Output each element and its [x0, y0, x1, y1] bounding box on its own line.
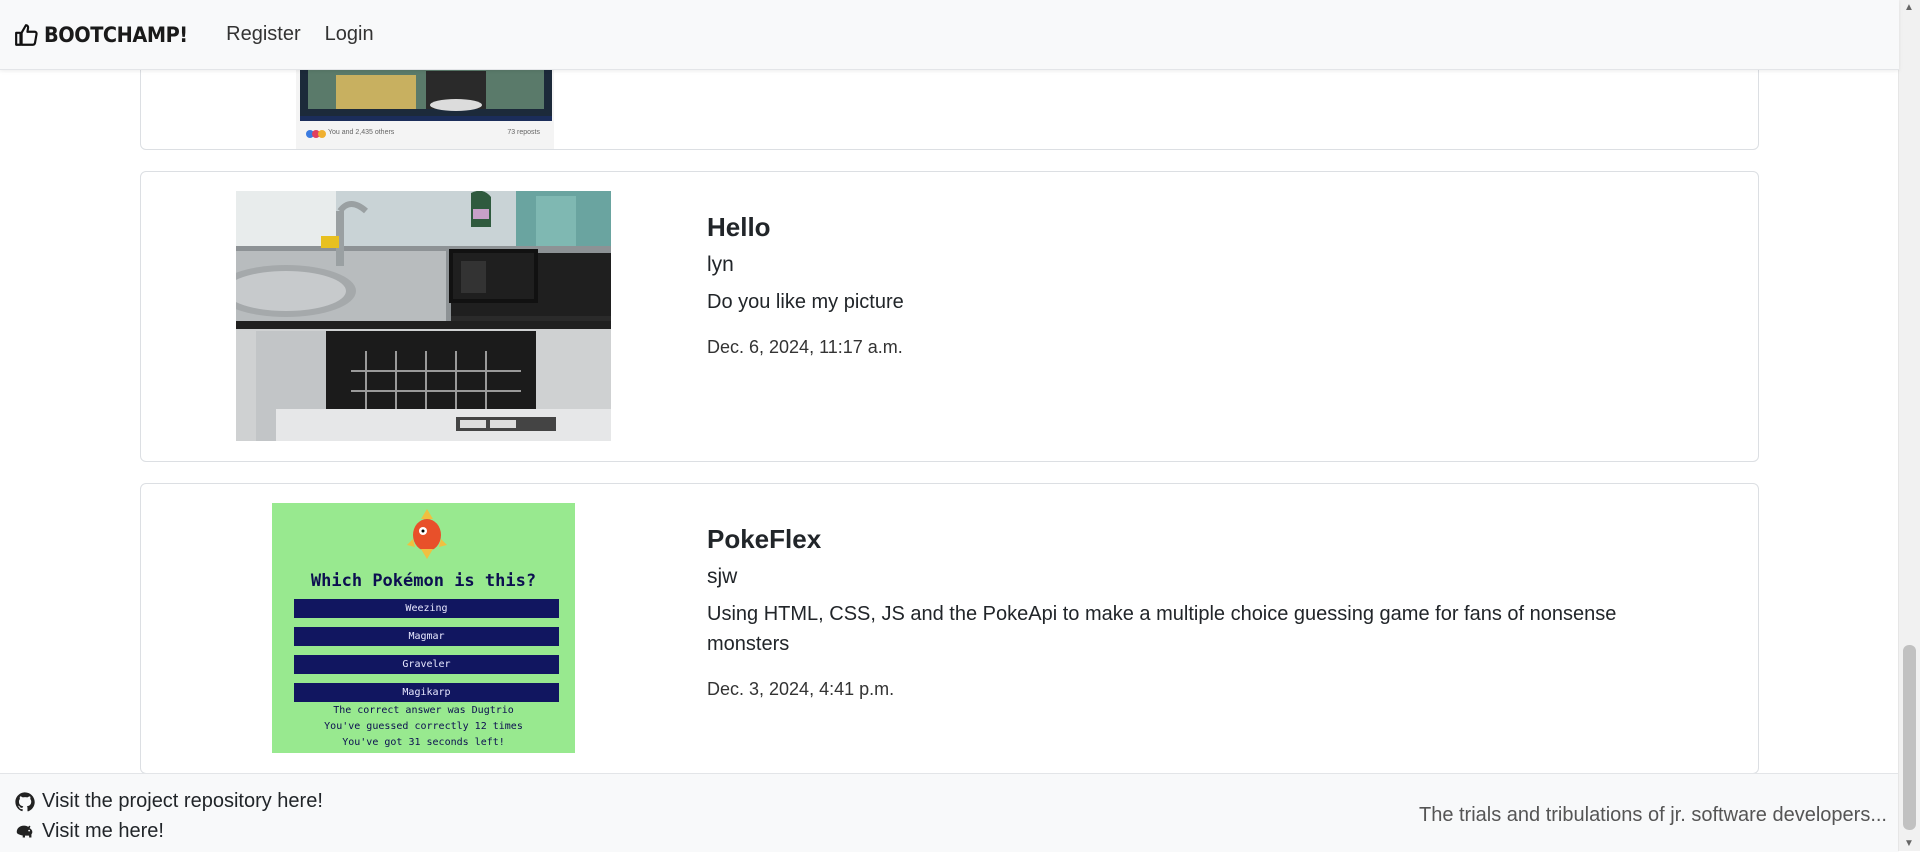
post-image[interactable]: Which Pokémon is this? Weezing Magmar Gr… — [272, 503, 575, 753]
post-image[interactable] — [236, 191, 611, 441]
post-description: Using HTML, CSS, JS and the PokeApi to m… — [707, 603, 1617, 655]
magikarp-sprite — [407, 509, 447, 559]
post-author: lyn — [707, 253, 734, 276]
scroll-up-icon[interactable]: ▲ — [1904, 2, 1914, 13]
footer: Visit the project repository here! Visit… — [0, 773, 1899, 852]
brand-logo[interactable]: BOOTCHAMP! — [14, 22, 200, 48]
likes-count: You and 2,435 others — [328, 129, 395, 136]
quiz-option-button: Graveler — [294, 655, 559, 674]
github-icon — [15, 791, 35, 811]
post-card: Which Pokémon is this? Weezing Magmar Gr… — [140, 483, 1759, 774]
footer-tagline: The trials and tribulations of jr. softw… — [1418, 804, 1887, 826]
reposts-count: 73 reposts — [507, 129, 540, 136]
scrollbar-thumb[interactable] — [1903, 645, 1916, 830]
post-title[interactable]: Hello — [707, 212, 1667, 243]
nav-login-link[interactable]: Login — [313, 23, 386, 46]
quiz-option-button: Weezing — [294, 599, 559, 618]
scroll-down-icon[interactable]: ▼ — [1904, 838, 1914, 849]
quiz-result-line: The correct answer was Dugtrio — [333, 705, 514, 716]
brand-name: BOOTCHAMP! — [44, 22, 188, 47]
navbar: BOOTCHAMP! Register Login — [0, 0, 1899, 70]
post-content: Hello lyn Do you like my picture Dec. 6,… — [707, 212, 1667, 358]
visit-me-link[interactable]: Visit me here! — [14, 820, 164, 843]
repo-link[interactable]: Visit the project repository here! — [14, 790, 323, 813]
kitchen-sink-dishwasher-photo — [236, 191, 611, 441]
vertical-scrollbar[interactable]: ▲ ▼ — [1898, 0, 1920, 851]
quiz-score-line: You've guessed correctly 12 times — [324, 721, 523, 732]
repo-link-label: Visit the project repository here! — [42, 790, 323, 812]
thumbs-up-icon — [15, 23, 38, 46]
post-image: You and 2,435 others 73 reposts — [296, 61, 554, 149]
post-card: Hello lyn Do you like my picture Dec. 6,… — [140, 171, 1759, 462]
post-description: Do you like my picture — [707, 291, 904, 313]
quiz-heading: Which Pokémon is this? — [310, 571, 537, 591]
post-author: sjw — [707, 565, 738, 588]
nav-register-link[interactable]: Register — [214, 23, 312, 46]
hippo-icon — [16, 825, 33, 837]
post-date: Dec. 6, 2024, 11:17 a.m. — [707, 337, 903, 357]
post-title[interactable]: PokeFlex — [707, 524, 1667, 555]
quiz-option-button: Magikarp — [294, 683, 559, 702]
quiz-option-button: Magmar — [294, 627, 559, 646]
quiz-timer-line: You've got 31 seconds left! — [342, 737, 505, 748]
post-date: Dec. 3, 2024, 4:41 p.m. — [707, 679, 895, 699]
visit-me-label: Visit me here! — [42, 820, 164, 842]
post-content: PokeFlex sjw Using HTML, CSS, JS and the… — [707, 524, 1667, 700]
